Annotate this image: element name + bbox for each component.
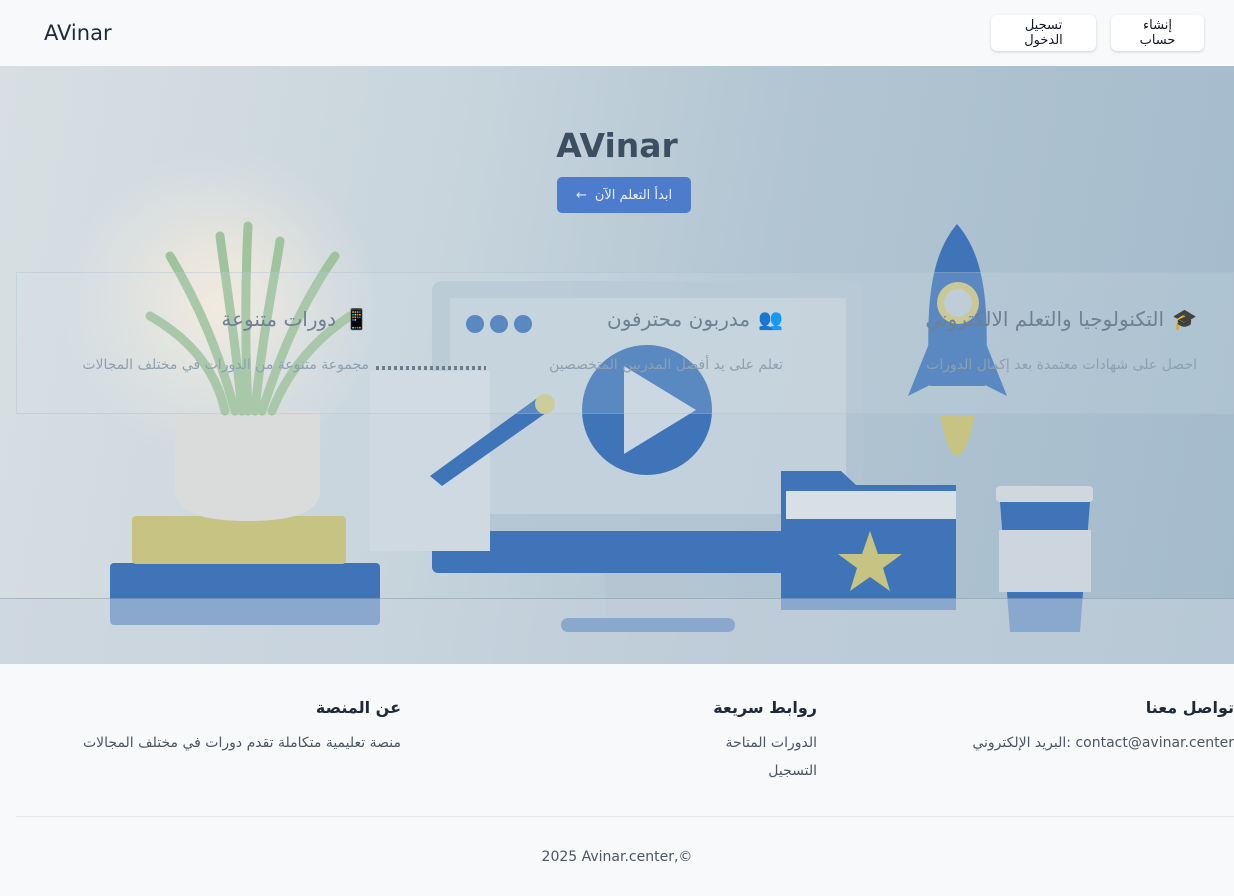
cta-label: ابدأ التعلم الآن [594, 187, 673, 203]
hero-section: AVinar ابدأ التعلم الآن ← 🎓 التكنولوجيا و… [0, 66, 1234, 664]
footer-quick-links: روابط سريعة الدورات المتاحة التسجيل [713, 698, 817, 791]
footer-links-heading: روابط سريعة [713, 698, 817, 717]
floor-surface [0, 599, 1234, 664]
start-learning-button[interactable]: ابدأ التعلم الآن ← [557, 177, 691, 213]
arrow-left-icon: ← [575, 187, 587, 203]
footer-link-courses[interactable]: الدورات المتاحة [713, 735, 817, 751]
top-navbar: AVinar إنشاء حساب تسجيل الدخول [0, 0, 1234, 66]
brand-logo[interactable]: AVinar [44, 21, 112, 45]
users-icon: 👥 [758, 307, 783, 331]
folder-illustration [781, 471, 956, 610]
footer-contact: تواصل معنا contact@avinar.center :البريد… [972, 698, 1234, 763]
book-icon: 📱 [344, 307, 369, 331]
footer-divider [16, 816, 1234, 817]
footer-about: عن المنصة منصة تعليمية متكاملة تقدم دورا… [83, 698, 401, 763]
feature-title: دورات متنوعة [221, 307, 337, 331]
feature-description: احصل على شهادات معتمدة بعد إكمال الدورات [926, 357, 1197, 373]
footer-email[interactable]: contact@avinar.center :البريد الإلكتروني [972, 735, 1234, 751]
feature-description: تعلم على يد أفضل المدربين المتخصصين [549, 357, 783, 373]
feature-title: التكنولوجيا والتعلم الالكتروني [925, 307, 1165, 331]
footer-link-register[interactable]: التسجيل [713, 763, 817, 779]
signup-button[interactable]: إنشاء حساب [1111, 15, 1204, 51]
graduation-cap-icon: 🎓 [1172, 307, 1197, 331]
site-footer: تواصل معنا contact@avinar.center :البريد… [0, 664, 1234, 896]
features-row: 🎓 التكنولوجيا والتعلم الالكتروني احصل على… [16, 272, 1234, 414]
feature-title: مدربون محترفون [607, 307, 751, 331]
footer-about-heading: عن المنصة [315, 698, 401, 717]
footer-about-text: منصة تعليمية متكاملة تقدم دورات في مختلف… [82, 735, 401, 751]
hero-title: AVinar [556, 126, 678, 165]
footer-contact-heading: تواصل معنا [1145, 698, 1234, 717]
copyright-text: 2025 Avinar.center,© [541, 849, 693, 865]
feature-instructors: 👥 مدربون محترفون تعلم على يد أفضل المدربي… [417, 273, 783, 415]
feature-courses: 📱 دورات متنوعة مجموعة متنوعة من الدورات ف… [17, 273, 369, 415]
floor-line [0, 598, 1234, 599]
feature-description: مجموعة متنوعة من الدورات في مختلف المجال… [82, 357, 369, 373]
feature-certificates: 🎓 التكنولوجيا والتعلم الالكتروني احصل على… [817, 273, 1197, 415]
login-button[interactable]: تسجيل الدخول [991, 15, 1096, 51]
